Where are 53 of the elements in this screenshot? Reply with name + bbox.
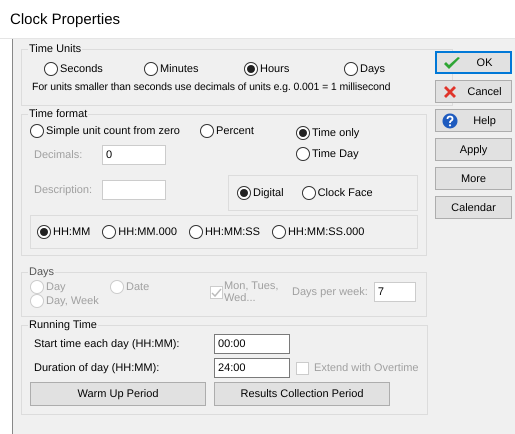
radio-button[interactable]: Seconds (44, 62, 144, 76)
group-title: Running Time (28, 319, 98, 331)
field-label: Days per week: (292, 286, 368, 298)
radio-button[interactable]: Clock Face (302, 186, 373, 200)
dialog-button[interactable]: More (435, 167, 512, 190)
dialog-button[interactable]: Calendar (435, 196, 512, 219)
input-field[interactable]: 24:00 (214, 358, 290, 378)
radio-button[interactable]: Time Day (296, 146, 359, 160)
dialog-button[interactable]: Apply (435, 138, 512, 161)
group-title: Time format (28, 108, 88, 120)
radio-circle[interactable] (272, 225, 286, 239)
radio-circle[interactable] (344, 62, 358, 76)
radio-circle[interactable] (44, 62, 58, 76)
radio-circle[interactable] (244, 62, 258, 76)
group-title: Days (28, 266, 56, 278)
radio-circle[interactable] (200, 124, 214, 138)
radio-circle[interactable] (188, 225, 203, 239)
input-field[interactable]: 00:00 (214, 334, 290, 354)
checkbox-label: Mon, Tues, Wed... (224, 280, 280, 304)
help-icon (442, 113, 458, 129)
radio-button[interactable]: Minutes (144, 62, 244, 76)
radio-button[interactable]: Percent (200, 124, 254, 138)
dialog-button[interactable]: Help (435, 109, 512, 132)
dialog-button[interactable]: Cancel (435, 80, 512, 103)
radio-circle[interactable] (237, 186, 251, 200)
field-label: Description: (33, 184, 94, 196)
hint-text: For units smaller than seconds use decimals of units e.g. 0.001 = 1 millisecond (31, 81, 390, 95)
radio-button[interactable]: HH:MM:SS.000 (272, 225, 364, 239)
radio-button[interactable]: Digital (237, 186, 284, 200)
radio-circle[interactable] (102, 225, 116, 239)
radio-button[interactable]: Hours (244, 62, 344, 76)
radio-circle[interactable] (144, 62, 158, 76)
input-field[interactable] (102, 180, 166, 200)
radio-button[interactable]: HH:MM:SS (188, 225, 260, 239)
radio-circle[interactable] (30, 124, 44, 138)
radio-button[interactable]: Time only (296, 126, 360, 140)
period-button[interactable]: Results Collection Period (214, 382, 390, 406)
checkbox-label: Extend with Overtime (314, 362, 419, 374)
field-label: Decimals: (33, 149, 84, 161)
radio-circle[interactable] (296, 126, 310, 140)
radio-button[interactable]: HH:MM.000 (102, 225, 177, 239)
checkmark-icon (443, 56, 461, 71)
radio-button[interactable]: Simple unit count from zero (30, 124, 180, 138)
group-title: Time Units (28, 43, 82, 55)
radio-circle[interactable] (302, 186, 316, 200)
period-button[interactable]: Warm Up Period (30, 382, 206, 406)
radio-circle[interactable] (296, 146, 310, 160)
radio-button[interactable]: HH:MM (37, 225, 90, 239)
field-label: Start time each day (HH:MM): (34, 338, 180, 350)
radio-circle[interactable] (37, 225, 51, 239)
cross-icon (442, 84, 458, 100)
dialog-button[interactable]: OK (435, 51, 512, 74)
field-label: Duration of day (HH:MM): (34, 362, 160, 374)
